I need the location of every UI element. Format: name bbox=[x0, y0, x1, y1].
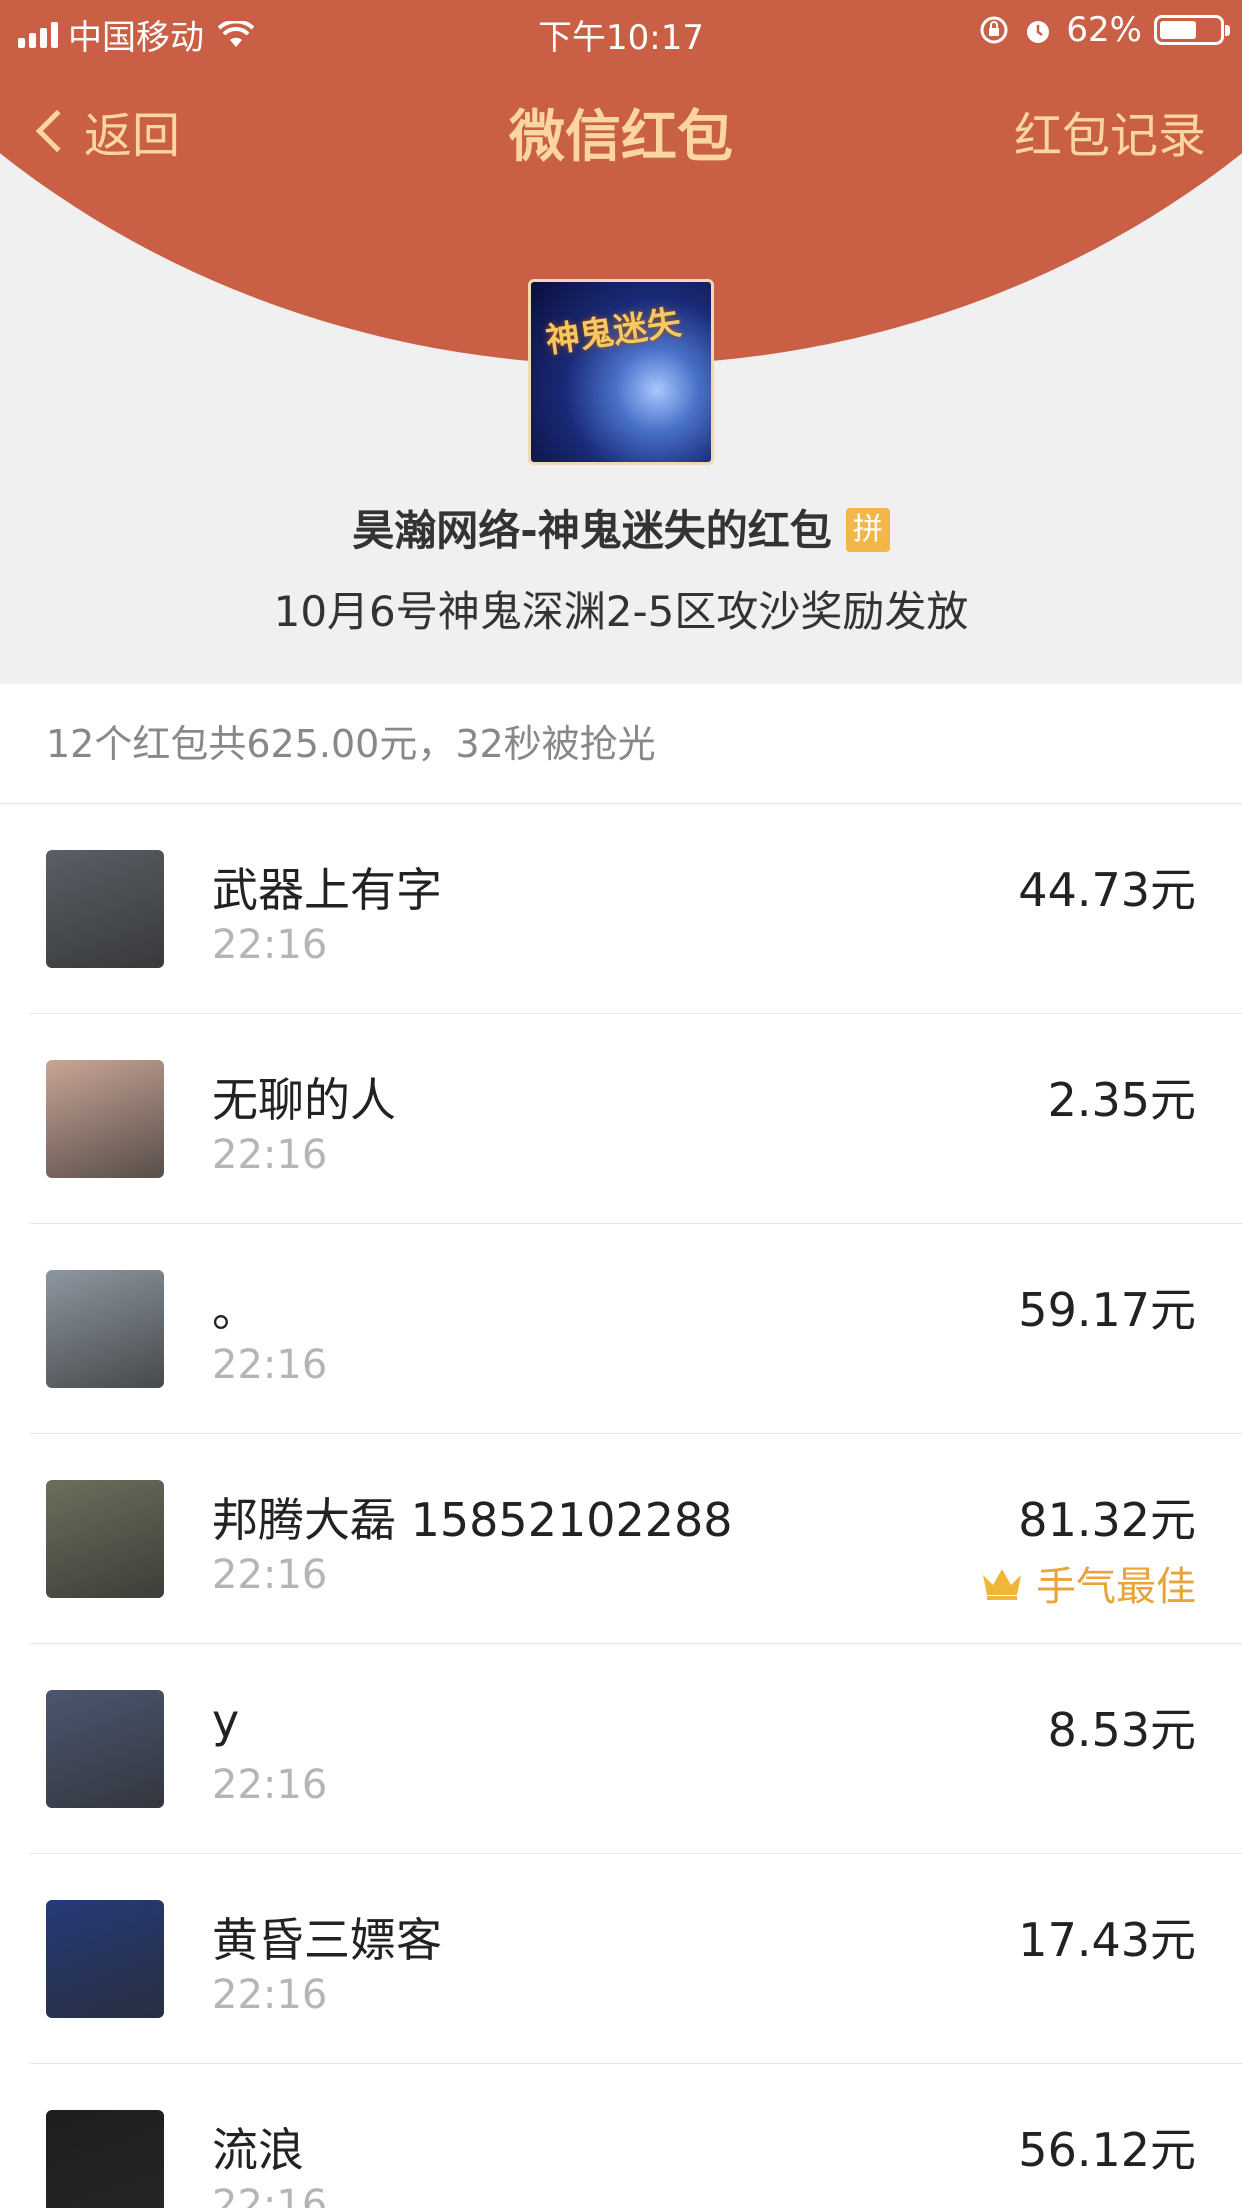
battery-fill bbox=[1160, 21, 1196, 39]
alarm-icon bbox=[1027, 21, 1050, 43]
list-item[interactable]: 无聊的人 22:16 2.35元 bbox=[0, 1014, 1242, 1224]
sender-name: 昊瀚网络-神鬼迷失的红包 bbox=[352, 506, 832, 555]
amount: 17.43元 bbox=[1018, 1913, 1196, 1967]
grab-time: 22:16 bbox=[212, 1552, 328, 1598]
records-list: 12个红包共625.00元，32秒被抢光 武器上有字 22:16 44.73元无聊的… bbox=[0, 684, 1242, 2208]
grab-time: 22:16 bbox=[212, 1342, 328, 1388]
recipient-name: 武器上有字 bbox=[212, 863, 442, 917]
recipient-name: y bbox=[212, 1694, 240, 1748]
grab-time: 22:16 bbox=[212, 2182, 328, 2208]
avatar[interactable] bbox=[46, 2110, 164, 2208]
recipient-name: 无聊的人 bbox=[212, 1073, 396, 1127]
sender-title: 昊瀚网络-神鬼迷失的红包拼 bbox=[0, 497, 1242, 558]
best-luck-badge: 手气最佳 bbox=[980, 1554, 1196, 1612]
avatar-logo-text: 神鬼迷失 bbox=[543, 302, 684, 362]
records-rows: 武器上有字 22:16 44.73元无聊的人 22:16 2.35元。 22:16 59.1… bbox=[0, 804, 1242, 2208]
avatar[interactable] bbox=[46, 1270, 164, 1388]
nav-bar: 返回 微信红包 红包记录 bbox=[0, 88, 1242, 170]
crown-icon bbox=[983, 1569, 1021, 1600]
avatar[interactable] bbox=[46, 850, 164, 968]
list-item[interactable]: 。 22:16 59.17元 bbox=[0, 1224, 1242, 1434]
status-right: 62% bbox=[978, 10, 1230, 50]
grab-time: 22:16 bbox=[212, 1762, 328, 1808]
best-luck-label: 手气最佳 bbox=[1036, 1564, 1196, 1610]
pin-badge: 拼 bbox=[845, 507, 890, 552]
amount: 8.53元 bbox=[1047, 1703, 1196, 1757]
packet-record-button[interactable]: 红包记录 bbox=[1014, 96, 1206, 166]
avatar[interactable] bbox=[46, 1900, 164, 2018]
recipient-name: 。 bbox=[212, 1283, 258, 1337]
list-item[interactable]: 流浪 22:16 56.12元 bbox=[0, 2064, 1242, 2208]
battery-icon bbox=[1154, 15, 1230, 45]
packet-greeting: 10月6号神鬼深渊2-5区攻沙奖励发放 bbox=[273, 587, 969, 636]
list-item[interactable]: 邦腾大磊 15852102288 22:16 81.32元手气最佳 bbox=[0, 1434, 1242, 1644]
grab-time: 22:16 bbox=[212, 1972, 328, 2018]
amount: 2.35元 bbox=[1047, 1073, 1196, 1127]
grab-time: 22:16 bbox=[212, 922, 328, 968]
avatar[interactable] bbox=[46, 1480, 164, 1598]
rotation-lock-icon bbox=[980, 16, 1008, 44]
amount: 56.12元 bbox=[1018, 2123, 1196, 2177]
list-item[interactable]: 武器上有字 22:16 44.73元 bbox=[0, 804, 1242, 1014]
list-item[interactable]: 黄昏三嫖客 22:16 17.43元 bbox=[0, 1854, 1242, 2064]
amount: 59.17元 bbox=[1018, 1283, 1196, 1337]
recipient-name: 流浪 bbox=[212, 2123, 304, 2177]
amount: 44.73元 bbox=[1018, 863, 1196, 917]
list-item[interactable]: y 22:16 8.53元 bbox=[0, 1644, 1242, 1854]
avatar[interactable] bbox=[46, 1690, 164, 1808]
battery-percent: 62% bbox=[1066, 10, 1142, 50]
avatar[interactable] bbox=[46, 1060, 164, 1178]
grab-time: 22:16 bbox=[212, 1132, 328, 1178]
status-bar: 中国移动 下午10:17 62% bbox=[0, 0, 1242, 62]
recipient-name: 邦腾大磊 15852102288 bbox=[212, 1493, 733, 1547]
packet-summary: 12个红包共625.00元，32秒被抢光 bbox=[0, 684, 1242, 804]
recipient-name: 黄昏三嫖客 bbox=[212, 1913, 442, 1967]
amount: 81.32元 bbox=[1018, 1493, 1196, 1547]
sender-avatar: 神鬼迷失 bbox=[528, 279, 714, 465]
